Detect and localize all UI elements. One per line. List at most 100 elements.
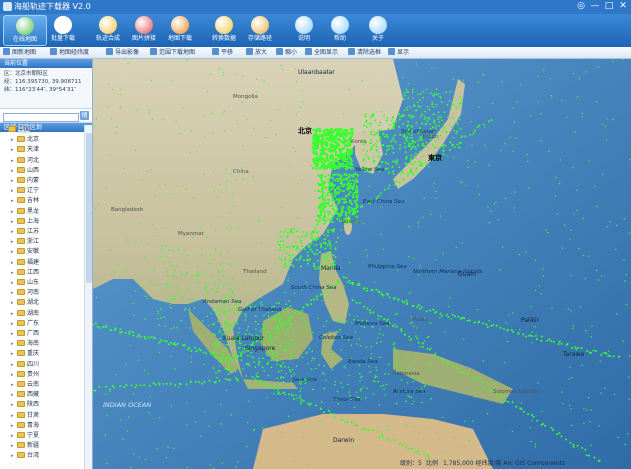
tree-node-label: 中国	[18, 126, 31, 133]
tree-node[interactable]: ▸ 广西	[0, 329, 92, 339]
tree-node[interactable]: ▾ 中国	[0, 125, 92, 135]
map-download-button[interactable]: 地图下载	[158, 15, 202, 46]
tree-node-label: 北京	[27, 136, 40, 144]
info-icon	[369, 16, 387, 34]
clear-icon	[348, 48, 355, 55]
tree-node[interactable]: ▸ 台湾	[0, 451, 92, 461]
tree-node[interactable]: ▸ 山东	[0, 278, 92, 288]
folder-icon	[17, 401, 25, 408]
tree-node[interactable]: ▸ 甘肃	[0, 411, 92, 421]
tree-node[interactable]: ▸ 天津	[0, 145, 92, 155]
tree-node-label: 贵州	[27, 370, 40, 378]
map-label: Palikir	[521, 317, 539, 324]
folder-icon	[17, 136, 25, 143]
folder-icon	[17, 187, 25, 194]
tree-node-label: 陕西	[27, 401, 40, 409]
tree-node[interactable]: ▸ 辽宁	[0, 186, 92, 196]
settings-window-button[interactable]: ◎	[575, 1, 587, 12]
tree-scrollbar[interactable]	[84, 125, 92, 469]
title-bar: 海船轨迹下载器 V2.0 ◎ — □ ✕	[0, 0, 631, 14]
tool-zoom-in[interactable]: 放大	[246, 48, 267, 58]
tree-node[interactable]: ▸ 云南	[0, 380, 92, 390]
tree-node[interactable]: ▸ 湖北	[0, 298, 92, 308]
map-label: Yellow Sea	[355, 167, 385, 173]
zoom-out-icon	[276, 48, 283, 55]
tool-display[interactable]: 显示	[388, 48, 409, 58]
tree-node[interactable]: ▸ 新疆	[0, 441, 92, 451]
tree-node[interactable]: ▸ 贵州	[0, 370, 92, 380]
maximize-button[interactable]: □	[603, 1, 615, 12]
about-button[interactable]: 关于	[356, 15, 400, 46]
tool-pan[interactable]: 平移	[212, 48, 233, 58]
tree-node[interactable]: ▸ 宁夏	[0, 431, 92, 441]
tool-clear-selection[interactable]: 清除选框	[348, 48, 381, 58]
batch-download-button[interactable]: 批量下载	[41, 15, 85, 46]
tree-node[interactable]: ▸ 江西	[0, 268, 92, 278]
tree-node[interactable]: ▸ 四川	[0, 360, 92, 370]
location-line: 区：北京市朝阳区	[4, 71, 49, 77]
region-search-input[interactable]	[3, 112, 79, 122]
export-icon	[106, 48, 113, 55]
tree-node-label: 辽宁	[27, 187, 40, 195]
puzzle-icon	[135, 16, 153, 34]
map-label: Manila	[321, 265, 341, 272]
map-label: Taiwan	[341, 219, 360, 225]
tree-node[interactable]: ▸ 吉林	[0, 196, 92, 206]
map-label: Mongolia	[233, 94, 258, 100]
tree-node[interactable]: ▸ 浙江	[0, 237, 92, 247]
hand-icon	[212, 48, 219, 55]
map-label: Myanmar	[178, 231, 204, 237]
tree-node[interactable]: ▸ 青海	[0, 421, 92, 431]
folder-icon	[17, 177, 25, 183]
tree-node[interactable]: ▸ 江苏	[0, 227, 92, 237]
map-label: Bangladesh	[111, 207, 144, 213]
search-button[interactable]: 搜	[80, 111, 89, 120]
scale-label: 比例	[426, 460, 439, 467]
map-label: Thailand	[243, 269, 267, 275]
map-label: Molucca Sea	[355, 321, 390, 327]
tree-node[interactable]: ▸ 上海	[0, 217, 92, 227]
close-button[interactable]: ✕	[617, 1, 629, 12]
tree-node-label: 青海	[27, 421, 40, 429]
scrollbar-thumb[interactable]	[86, 133, 92, 283]
tree-node[interactable]: ▸ 河南	[0, 288, 92, 298]
basket-icon	[215, 16, 233, 34]
tree-node[interactable]: ▸ 湖南	[0, 309, 92, 319]
tool-range-download[interactable]: 范围下载地图	[150, 48, 195, 58]
location-line: 纬：116°23′44″, 39°54′31″	[4, 87, 77, 93]
map-label: Andaman Sea	[203, 299, 242, 305]
tool-full-extent[interactable]: 全图显示	[305, 48, 338, 58]
folder-icon	[17, 350, 25, 357]
tree-node[interactable]: ▸ 安徽	[0, 247, 92, 257]
tool-zoom-out[interactable]: 缩小	[276, 48, 297, 58]
map-view[interactable]: Ulaanbaatar Mongolia 北京 Korea Sea of Japan Ja…	[93, 59, 631, 469]
tree-node-label: 山东	[27, 279, 40, 286]
tree-node[interactable]: ▸ 黑龙	[0, 207, 92, 217]
folder-icon	[17, 432, 25, 438]
map-label: Japan	[423, 134, 439, 140]
tree-node[interactable]: ▸ 海南	[0, 339, 92, 349]
tool-map-source[interactable]: 图新地图	[3, 48, 36, 58]
folder-icon	[17, 360, 25, 367]
tool-lonlat[interactable]: 地图经纬度	[50, 48, 89, 58]
tree-node[interactable]: ▸ 陕西	[0, 400, 92, 410]
map-label: INDIAN OCEAN	[103, 401, 152, 409]
tree-node[interactable]: ▸ 山西	[0, 166, 92, 176]
tree-node[interactable]: ▸ 北京	[0, 135, 92, 145]
map-label: Arafura Sea	[393, 389, 426, 395]
tree-node[interactable]: ▸ 福建	[0, 258, 92, 268]
tool-export-image[interactable]: 导出影像	[106, 48, 139, 58]
tree-node-label: 四川	[27, 360, 40, 368]
minimize-button[interactable]: —	[589, 1, 601, 12]
globe-small-icon	[305, 48, 312, 55]
location-line: 经：116.395730, 39.908711	[4, 79, 82, 85]
search-row: 搜	[0, 109, 92, 123]
storage-path-button[interactable]: 存储路径	[238, 15, 282, 46]
tree-node-label: 甘肃	[27, 411, 40, 419]
folder-icon	[17, 217, 25, 224]
tree-node[interactable]: ▸ 内蒙	[0, 176, 92, 186]
tree-node[interactable]: ▸ 河北	[0, 156, 92, 166]
tree-node[interactable]: ▸ 广东	[0, 319, 92, 329]
tree-node[interactable]: ▸ 西藏	[0, 390, 92, 400]
tree-node[interactable]: ▸ 重庆	[0, 349, 92, 359]
